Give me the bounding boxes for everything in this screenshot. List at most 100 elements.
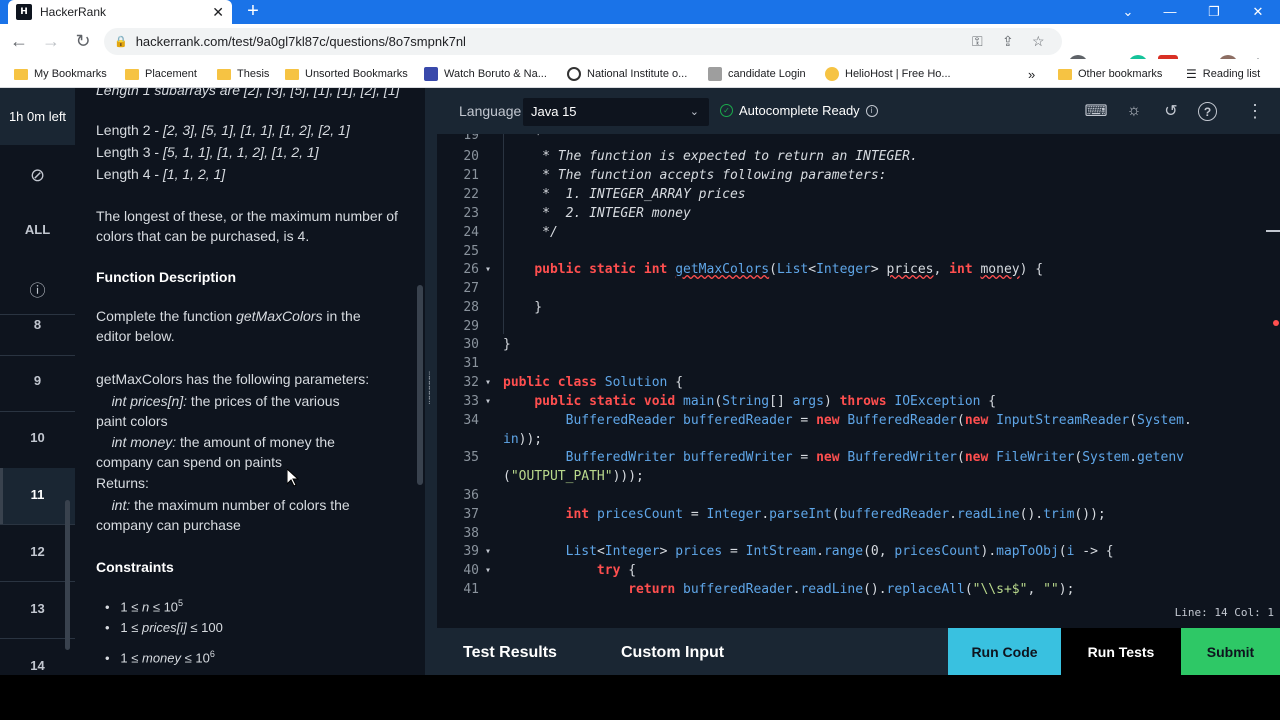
bookmarks-overflow[interactable]: » [1028,65,1035,83]
question-14[interactable]: 14 [0,658,75,673]
drag-handle-icon[interactable]: ⁞ ⁞ ⁞ ⁞ ⁞ ⁞ [428,372,432,407]
problem-statement: Length 1 subarrays are [2], [3], [5], [1… [75,88,425,675]
help-icon[interactable]: ? [1198,102,1217,121]
function-description-title: Function Description [96,269,236,285]
reading-list[interactable]: ☰ Reading list [1186,65,1260,83]
close-window-button[interactable]: ✕ [1238,0,1278,24]
close-tab-icon[interactable]: ✕ [212,4,224,21]
share-icon[interactable]: ⇪ [1002,33,1014,50]
compass-icon[interactable]: ⊘ [0,165,75,186]
bookmark-item[interactable]: candidate Login [708,65,806,83]
code-text: BufferedReader bufferedReader = new Buff… [565,413,1192,428]
len2-line: Length 2 - [2, 3], [5, 1], [1, 1], [1, 2… [96,120,401,140]
line-number: 30 [463,337,479,352]
tab-search-chevron-icon[interactable]: ⌄ [1108,0,1148,24]
autocomplete-label: Autocomplete Ready [739,103,860,118]
rail-scrollbar[interactable] [65,500,70,650]
maximize-button[interactable]: ❐ [1194,0,1234,24]
complete-fn: getMaxColors [236,308,323,324]
code-line: 30} [437,335,1280,354]
new-tab-button[interactable]: + [243,0,263,24]
bookmark-item[interactable]: Thesis [217,65,269,83]
theme-sun-icon[interactable]: ☼ [1123,100,1145,122]
code-line: in)); [437,430,1280,449]
browser-tab[interactable]: H HackerRank ✕ [8,0,232,24]
run-code-button[interactable]: Run Code [948,628,1061,675]
screen: H HackerRank ✕ + ⌄ — ❐ ✕ ← → ↻ 🔒 hackerr… [0,0,1280,720]
fold-chevron-icon[interactable]: ▾ [485,392,491,411]
code-editor[interactable]: 19 * 20 * The function is expected to re… [437,134,1280,599]
line-number: 25 [463,244,479,259]
line-number: 29 [463,319,479,334]
language-label: Language [459,103,522,119]
line-number: 38 [463,526,479,541]
bookmark-item[interactable]: Unsorted Bookmarks [285,65,408,83]
code-line: ("OUTPUT_PATH"))); [437,467,1280,486]
bookmark-label: Watch Boruto & Na... [444,68,547,80]
code-line: 29 [437,317,1280,336]
fold-chevron-icon[interactable]: ▾ [485,373,491,392]
question-11[interactable]: 11 [0,487,75,502]
len3-text: [5, 1, 1], [1, 1, 2], [1, 2, 1] [162,144,319,160]
code-line: 25 [437,242,1280,261]
pane-splitter[interactable]: ⁞ ⁞ ⁞ ⁞ ⁞ ⁞ [425,88,437,675]
submit-button[interactable]: Submit [1181,628,1280,675]
bookmark-item[interactable]: National Institute o... [567,65,687,83]
boruto-icon [424,67,438,81]
fold-chevron-icon[interactable]: ▾ [485,561,491,580]
run-tests-button[interactable]: Run Tests [1061,628,1181,675]
len3-prefix: Length 3 - [96,144,163,160]
param-money-name: int money: [111,434,177,450]
info-icon[interactable]: i [865,104,878,117]
all-questions-button[interactable]: ALL [0,222,75,237]
custom-input-tab[interactable]: Custom Input [621,644,724,662]
code-line: 39 ▾ List<Integer> prices = IntStream.ran… [437,542,1280,561]
bookmark-star-icon[interactable]: ☆ [1032,33,1045,50]
back-arrow-icon[interactable]: ← [6,29,32,55]
code-line: 28 } [437,298,1280,317]
address-bar[interactable]: 🔒 hackerrank.com/test/9a0gl7kl87c/questi… [104,28,1062,55]
question-9[interactable]: 9 [0,373,75,388]
fold-chevron-icon[interactable]: ▾ [485,260,491,279]
line-number: 35 [463,450,479,465]
hackerrank-favicon-icon: H [16,4,32,20]
autocomplete-status[interactable]: ✓ Autocomplete Ready i [720,103,878,118]
minimize-button[interactable]: — [1150,0,1190,24]
bookmark-item[interactable]: HelioHost | Free Ho... [825,65,951,83]
keyboard-icon[interactable]: ⌨ [1084,100,1107,122]
code-line: 36 [437,486,1280,505]
check-circle-icon: ✓ [720,104,733,117]
line-number: 37 [463,507,479,522]
forward-arrow-icon[interactable]: → [38,29,64,55]
lock-icon: 🔒 [114,36,128,48]
code-line: 35 BufferedWriter bufferedWriter = new B… [437,448,1280,467]
question-8[interactable]: 8 [0,317,75,332]
info-icon[interactable]: ⓘ [0,277,75,301]
key-icon[interactable]: ⚿ [972,33,983,50]
reload-icon[interactable]: ↻ [70,29,96,55]
bookmark-label: Reading list [1202,68,1261,80]
other-bookmarks[interactable]: Other bookmarks [1058,65,1162,83]
test-results-tab[interactable]: Test Results [463,644,557,662]
line-number: 19 [463,134,479,143]
line-number: 33 [463,394,479,409]
line-number: 28 [463,300,479,315]
problem-scrollbar[interactable] [417,285,423,485]
bookmark-label: Thesis [237,68,270,80]
bookmark-item[interactable]: Placement [125,65,197,83]
question-12[interactable]: 12 [0,544,75,559]
bookmark-item[interactable]: Watch Boruto & Na... [424,65,547,83]
code-line: 31 [437,354,1280,373]
question-10[interactable]: 10 [0,430,75,445]
error-marker [1273,320,1279,326]
line-number: 32 [463,375,479,390]
more-options-icon[interactable]: ⋮ [1244,100,1266,122]
bookmark-label: candidate Login [728,68,806,80]
question-13[interactable]: 13 [0,601,75,616]
bookmark-item[interactable]: My Bookmarks [14,65,107,83]
code-line: 34 BufferedReader bufferedReader = new B… [437,411,1280,430]
language-select[interactable]: Java 15 ⌄ [523,98,709,126]
code-line: 40 ▾ try { [437,561,1280,580]
fold-chevron-icon[interactable]: ▾ [485,542,491,561]
history-icon[interactable]: ↺ [1160,100,1182,122]
